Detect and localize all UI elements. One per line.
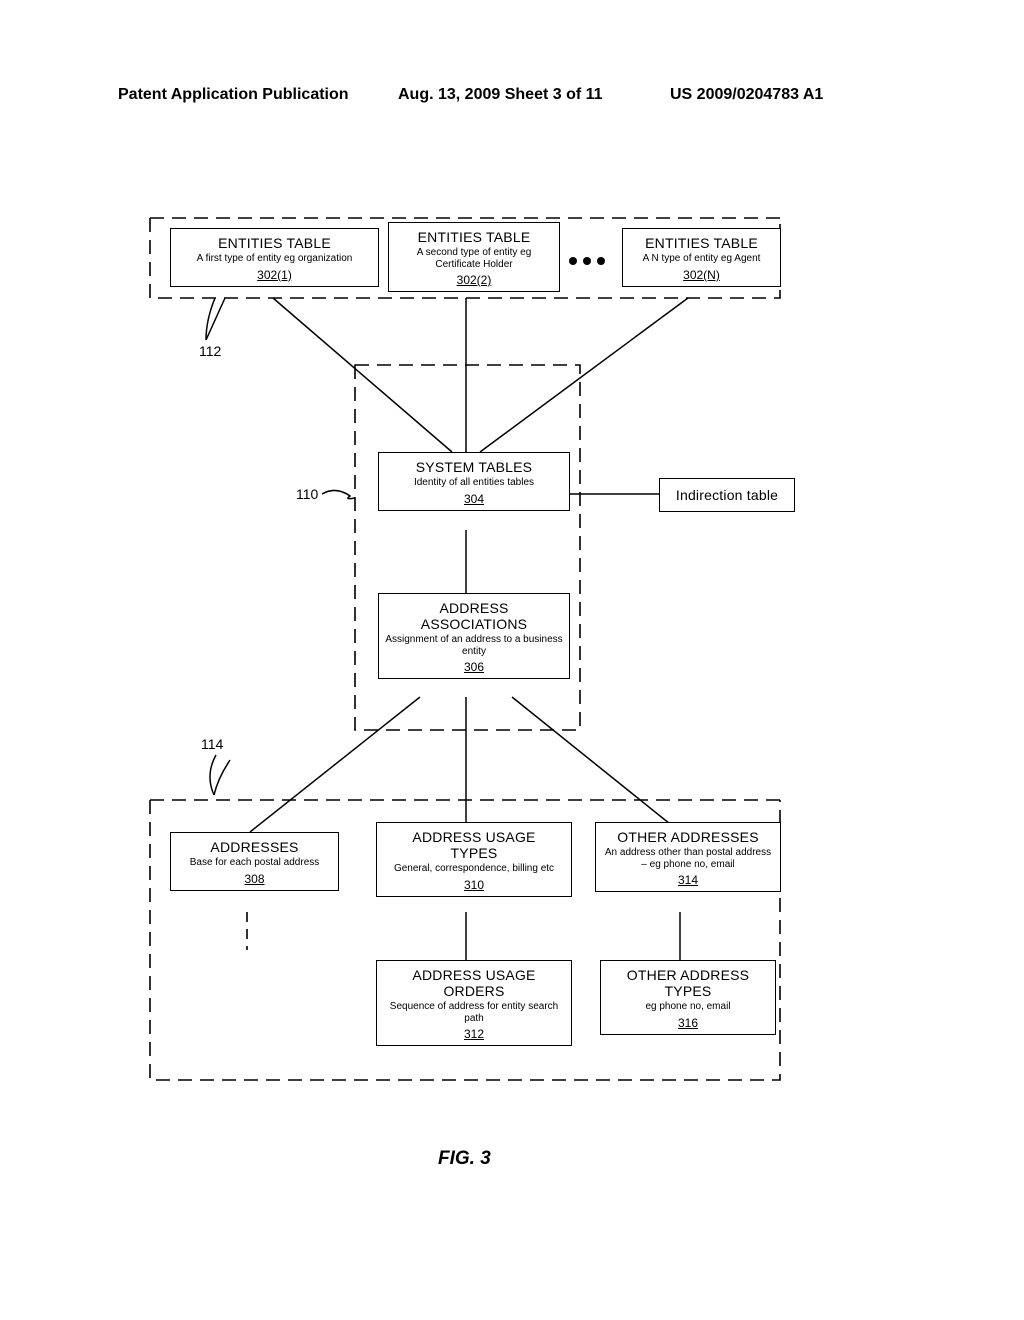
figure-label: FIG. 3: [438, 1148, 491, 1170]
page: Patent Application Publication Aug. 13, …: [0, 0, 1024, 1320]
system-tables-title: SYSTEM TABLES: [385, 459, 563, 475]
other-address-types-ref: 316: [607, 1016, 769, 1030]
other-addresses-title: OTHER ADDRESSES: [602, 829, 774, 845]
entities-table-2-sub: A second type of entity eg Certificate H…: [395, 247, 553, 270]
address-usage-orders-box: ADDRESS USAGE ORDERS Sequence of address…: [376, 960, 572, 1046]
addresses-box: ADDRESSES Base for each postal address 3…: [170, 832, 339, 891]
address-usage-types-box: ADDRESS USAGE TYPES General, corresponde…: [376, 822, 572, 897]
other-address-types-title-1: OTHER ADDRESS: [607, 967, 769, 983]
system-tables-box: SYSTEM TABLES Identity of all entities t…: [378, 452, 570, 511]
address-associations-box: ADDRESS ASSOCIATIONS Assignment of an ad…: [378, 593, 570, 679]
entities-table-2-title: ENTITIES TABLE: [395, 229, 553, 245]
entities-table-1-sub: A first type of entity eg organization: [177, 253, 372, 265]
addresses-ref: 308: [177, 872, 332, 886]
other-address-types-sub: eg phone no, email: [607, 1001, 769, 1013]
other-address-types-title-2: TYPES: [607, 983, 769, 999]
address-associations-title-1: ADDRESS: [385, 600, 563, 616]
label-112: 112: [199, 343, 221, 359]
address-usage-orders-title-2: ORDERS: [383, 983, 565, 999]
other-address-types-box: OTHER ADDRESS TYPES eg phone no, email 3…: [600, 960, 776, 1035]
other-addresses-sub: An address other than postal address – e…: [602, 847, 774, 870]
address-usage-orders-ref: 312: [383, 1027, 565, 1041]
address-usage-types-title-1: ADDRESS USAGE: [383, 829, 565, 845]
address-usage-orders-title-1: ADDRESS USAGE: [383, 967, 565, 983]
indirection-table-box: Indirection table: [659, 478, 795, 512]
system-tables-sub: Identity of all entities tables: [385, 477, 563, 489]
address-usage-types-title-2: TYPES: [383, 845, 565, 861]
indirection-table-title: Indirection table: [666, 487, 788, 503]
header-mid: Aug. 13, 2009 Sheet 3 of 11: [398, 86, 603, 104]
label-110: 110: [296, 486, 318, 502]
entities-table-n-sub: A N type of entity eg Agent: [629, 253, 774, 265]
entities-table-2-ref: 302(2): [395, 273, 553, 287]
entities-table-1-box: ENTITIES TABLE A first type of entity eg…: [170, 228, 379, 287]
entities-table-1-title: ENTITIES TABLE: [177, 235, 372, 251]
header-left: Patent Application Publication: [118, 86, 349, 104]
address-associations-title-2: ASSOCIATIONS: [385, 616, 563, 632]
address-associations-ref: 306: [385, 660, 563, 674]
address-associations-sub: Assignment of an address to a business e…: [385, 634, 563, 657]
system-tables-ref: 304: [385, 492, 563, 506]
address-usage-types-ref: 310: [383, 878, 565, 892]
address-usage-types-sub: General, correspondence, billing etc: [383, 863, 565, 875]
other-addresses-box: OTHER ADDRESSES An address other than po…: [595, 822, 781, 892]
label-114: 114: [201, 736, 223, 752]
entities-table-n-ref: 302(N): [629, 268, 774, 282]
entities-table-1-ref: 302(1): [177, 268, 372, 282]
other-addresses-ref: 314: [602, 873, 774, 887]
addresses-sub: Base for each postal address: [177, 857, 332, 869]
header-right: US 2009/0204783 A1: [670, 86, 823, 104]
entities-table-2-box: ENTITIES TABLE A second type of entity e…: [388, 222, 560, 292]
address-usage-orders-sub: Sequence of address for entity search pa…: [383, 1001, 565, 1024]
entities-table-n-box: ENTITIES TABLE A N type of entity eg Age…: [622, 228, 781, 287]
ellipsis-icon: [566, 252, 608, 270]
entities-table-n-title: ENTITIES TABLE: [629, 235, 774, 251]
addresses-title: ADDRESSES: [177, 839, 332, 855]
